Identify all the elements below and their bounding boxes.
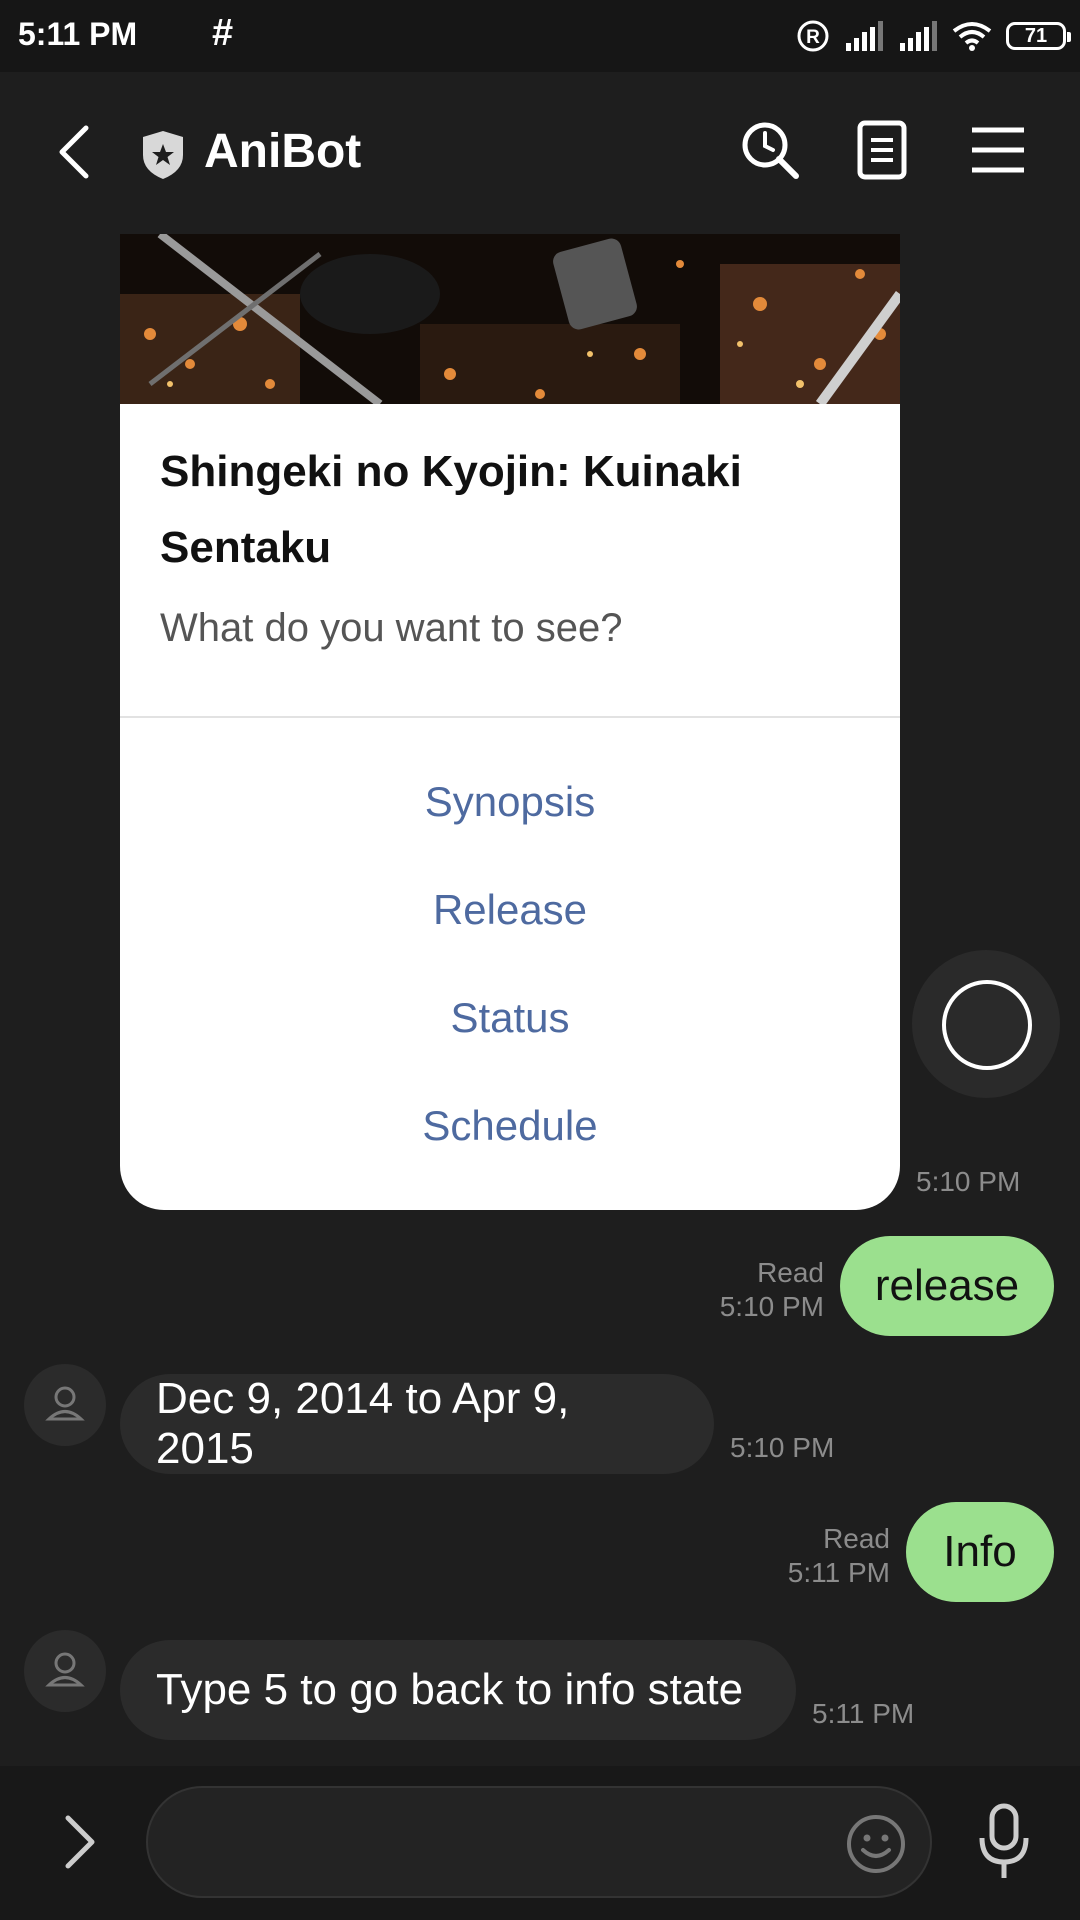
chat-header: AniBot	[0, 72, 1080, 237]
registered-icon: R	[797, 20, 829, 52]
notes-icon[interactable]	[850, 118, 914, 182]
outgoing-message[interactable]: release	[840, 1236, 1054, 1336]
microphone-icon[interactable]	[976, 1802, 1032, 1882]
user-avatar-icon	[45, 1652, 85, 1687]
search-history-icon[interactable]	[738, 118, 802, 182]
signal-icon	[846, 21, 883, 51]
divider	[120, 716, 900, 718]
notification-hash-icon: #	[212, 12, 234, 54]
message-time: 5:10 PM	[730, 1432, 835, 1463]
battery-level: 71	[1024, 24, 1048, 47]
svg-text:R: R	[806, 27, 820, 48]
option-release[interactable]: Release	[120, 886, 900, 934]
battery-icon: 71	[1006, 22, 1071, 50]
read-label: Read	[757, 1257, 824, 1288]
anime-title: Shingeki no Kyojin: Kuinaki Sentaku	[160, 447, 742, 572]
emoji-icon[interactable]	[844, 1812, 908, 1876]
incoming-message[interactable]: Type 5 to go back to info state	[120, 1640, 796, 1740]
user-avatar-icon	[45, 1386, 85, 1421]
signal-icon	[900, 21, 937, 51]
status-time: 5:11 PM	[18, 16, 138, 52]
read-label: Read	[823, 1523, 890, 1554]
wifi-icon	[952, 22, 992, 51]
option-status[interactable]: Status	[120, 994, 900, 1042]
incoming-message[interactable]: Dec 9, 2014 to Apr 9, 2015	[120, 1374, 714, 1474]
message-time: 5:10 PM	[719, 1291, 824, 1322]
outgoing-message[interactable]: Info	[906, 1502, 1054, 1602]
avatar[interactable]	[24, 1630, 106, 1712]
message-input[interactable]	[146, 1786, 932, 1898]
message-time: 5:11 PM	[787, 1557, 890, 1588]
read-receipt: Read 5:10 PM	[720, 1256, 824, 1324]
option-schedule[interactable]: Schedule	[120, 1102, 900, 1150]
chat-title: AniBot	[204, 125, 362, 178]
circle-icon	[942, 980, 1032, 1070]
card-prompt: What do you want to see?	[160, 606, 623, 650]
back-arrow-icon[interactable]	[50, 122, 100, 182]
anime-card: Shingeki no Kyojin: Kuinaki Sentaku What…	[120, 234, 900, 1210]
message-time: 5:11 PM	[812, 1698, 915, 1729]
expand-chevron-icon[interactable]	[60, 1812, 100, 1872]
avatar[interactable]	[24, 1364, 106, 1446]
menu-icon[interactable]	[966, 118, 1030, 182]
shield-icon	[143, 131, 183, 179]
floating-assist-button[interactable]	[912, 950, 1060, 1098]
composer-bar	[0, 1766, 1080, 1920]
anime-cover-image	[120, 234, 900, 404]
status-bar: 5:11 PM # R 71	[0, 0, 1080, 72]
read-receipt: Read 5:11 PM	[788, 1522, 890, 1590]
card-timestamp: 5:10 PM	[916, 1166, 1021, 1197]
status-icons: R 71	[796, 18, 1071, 54]
option-synopsis[interactable]: Synopsis	[120, 778, 900, 826]
